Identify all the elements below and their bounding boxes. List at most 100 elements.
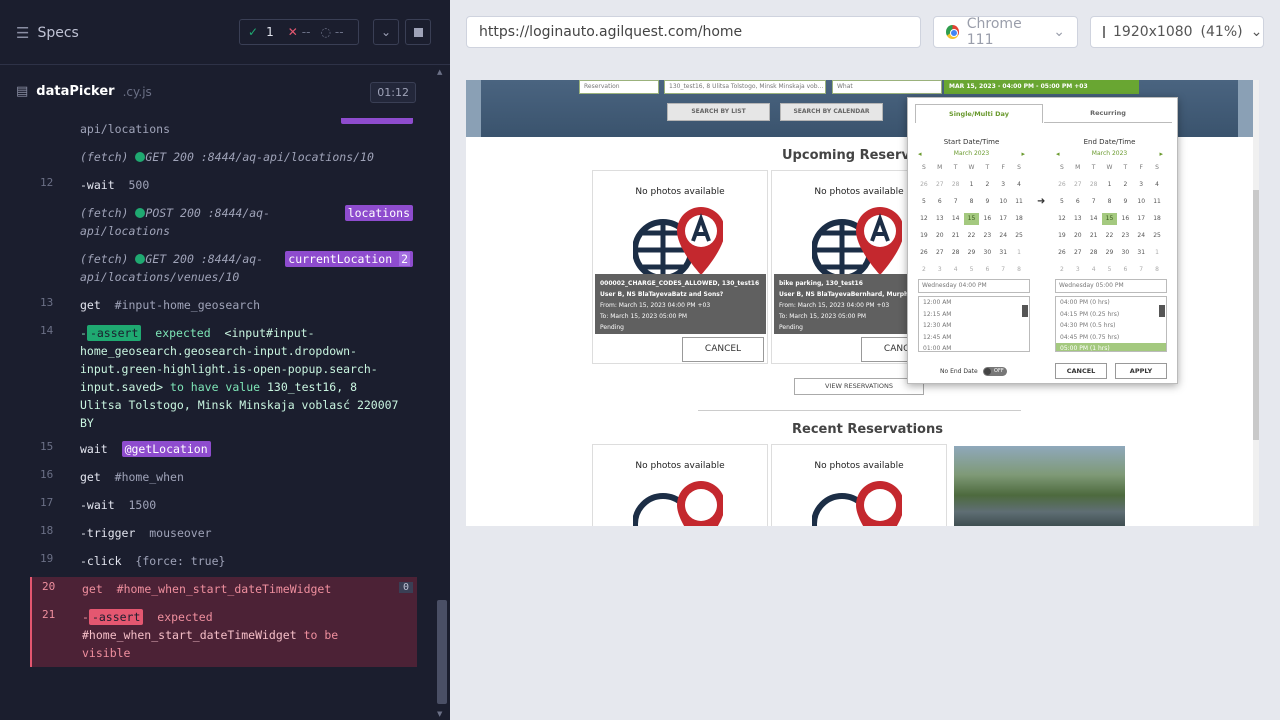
tab-recurring[interactable]: Recurring [1044,104,1172,123]
search-by-list-button[interactable]: SEARCH BY LIST [667,103,770,121]
calendar-day[interactable]: 13 [1070,213,1086,225]
calendar-day[interactable]: 26 [1054,179,1070,191]
calendar-day[interactable]: 27 [1070,179,1086,191]
scroll-down-icon[interactable]: ▼ [437,710,442,718]
calendar-day[interactable]: 11 [1149,196,1165,208]
time-option[interactable]: 01:00 AM [919,343,1029,351]
calendar-day[interactable]: 5 [916,196,932,208]
calendar-day[interactable]: 12 [916,213,932,225]
calendar-day[interactable]: 23 [979,230,995,242]
time-option[interactable]: 12:30 AM [919,320,1029,332]
calendar-day[interactable]: 24 [995,230,1011,242]
cancel-reservation-button[interactable]: CANCEL [682,337,764,362]
calendar-day[interactable]: 2 [979,179,995,191]
calendar-day[interactable]: 16 [979,213,995,225]
time-option[interactable]: 05:00 PM (1 hrs) [1056,343,1166,351]
app-scroll-thumb[interactable] [1253,190,1259,440]
recent-card[interactable]: No photos available [771,444,947,526]
chevron-down-icon[interactable]: ⌄ [373,19,399,45]
calendar-day[interactable]: 6 [979,264,995,276]
calendar-day[interactable]: 1 [1011,247,1027,259]
calendar-day[interactable]: 9 [1117,196,1133,208]
calendar-day[interactable]: 8 [964,196,980,208]
time-option[interactable]: 12:15 AM [919,309,1029,321]
calendar-day[interactable]: 18 [1149,213,1165,225]
stop-button[interactable] [405,19,431,45]
calendar-day[interactable]: 2 [1117,179,1133,191]
calendar-day[interactable]: 15 [1101,213,1118,225]
calendar-day[interactable]: 6 [1117,264,1133,276]
calendar-day[interactable]: 6 [1070,196,1086,208]
calendar-day[interactable]: 17 [1133,213,1149,225]
calendar-day[interactable]: 21 [1086,230,1102,242]
tab-single-multi-day[interactable]: Single/Multi Day [915,104,1043,123]
calendar-day[interactable]: 19 [1054,230,1070,242]
calendar-day[interactable]: 1 [964,179,980,191]
time-option[interactable]: 04:15 PM (0.25 hrs) [1056,309,1166,321]
viewport-info[interactable]: 1920x1080 (41%) ⌄ [1090,16,1264,48]
start-time-list[interactable]: 12:00 AM 12:15 AM 12:30 AM 12:45 AM 01:00 AM [918,296,1030,352]
calendar-day[interactable]: 28 [1086,247,1102,259]
next-month-icon[interactable]: ▸ [1159,150,1163,158]
end-time-list[interactable]: 04:00 PM (0 hrs) 04:15 PM (0.25 hrs) 04:30… [1055,296,1167,352]
calendar-day[interactable]: 14 [948,213,964,225]
calendar-day[interactable]: 6 [932,196,948,208]
calendar-day[interactable]: 31 [1133,247,1149,259]
calendar-day[interactable]: 2 [1054,264,1070,276]
calendar-day[interactable]: 26 [916,179,932,191]
calendar-day[interactable]: 29 [964,247,980,259]
reporter-scroll-thumb[interactable] [437,600,447,704]
calendar-day[interactable]: 11 [1011,196,1027,208]
calendar-day[interactable]: 5 [1054,196,1070,208]
time-option[interactable]: 04:00 PM (0 hrs) [1056,297,1166,309]
type-select[interactable]: Reservation [579,80,659,94]
calendar-day[interactable]: 4 [1086,264,1102,276]
specs-toggle[interactable]: ☰ Specs [16,24,79,42]
prev-month-icon[interactable]: ◂ [918,150,922,158]
calendar-day[interactable]: 31 [995,247,1011,259]
calendar-day[interactable]: 9 [979,196,995,208]
calendar-day[interactable]: 7 [1133,264,1149,276]
failed-log-block[interactable]: 20 get #home_when_start_dateTimeWidget 0… [30,577,417,667]
start-time-input[interactable]: Wednesday 04:00 PM [918,279,1030,293]
calendar-day[interactable]: 19 [916,230,932,242]
calendar-day[interactable]: 23 [1117,230,1133,242]
time-option[interactable]: 12:00 AM [919,297,1029,309]
reservation-card[interactable]: No photos available 000002_CHARGE_CODES_… [592,170,768,364]
calendar-day[interactable]: 8 [1011,264,1027,276]
calendar-day[interactable]: 7 [995,264,1011,276]
calendar-day[interactable]: 8 [1149,264,1165,276]
calendar-day[interactable]: 8 [1102,196,1118,208]
canal-photo[interactable] [954,446,1125,526]
calendar-day[interactable]: 25 [1149,230,1165,242]
browser-selector[interactable]: Chrome 111 ⌄ [933,16,1078,48]
time-option[interactable]: 04:45 PM (0.75 hrs) [1056,332,1166,344]
no-end-date-toggle[interactable]: OFF [982,367,1007,376]
calendar-day[interactable]: 24 [1133,230,1149,242]
calendar-day[interactable]: 26 [1054,247,1070,259]
calendar-day[interactable]: 22 [964,230,980,242]
what-select[interactable]: What [832,80,942,94]
calendar-day[interactable]: 3 [1133,179,1149,191]
calendar-day[interactable]: 27 [932,247,948,259]
calendar-day[interactable]: 28 [948,179,964,191]
calendar-day[interactable]: 14 [1086,213,1102,225]
calendar-day[interactable]: 13 [932,213,948,225]
calendar-day[interactable]: 7 [948,196,964,208]
calendar-day[interactable]: 10 [995,196,1011,208]
time-option[interactable]: 04:30 PM (0.5 hrs) [1056,320,1166,332]
when-input[interactable]: MAR 15, 2023 - 04:00 PM - 05:00 PM +03 [944,80,1139,94]
calendar-day[interactable]: 15 [963,213,980,225]
time-option[interactable]: 12:45 AM [919,332,1029,344]
calendar-day[interactable]: 4 [1011,179,1027,191]
end-time-input[interactable]: Wednesday 05:00 PM [1055,279,1167,293]
view-reservations-button[interactable]: VIEW RESERVATIONS [794,378,924,395]
calendar-day[interactable]: 5 [1102,264,1118,276]
recent-card[interactable]: No photos available [592,444,768,526]
calendar-day[interactable]: 28 [1086,179,1102,191]
calendar-day[interactable]: 20 [932,230,948,242]
calendar-day[interactable]: 4 [948,264,964,276]
list-scroll-thumb[interactable] [1159,305,1165,317]
url-bar[interactable]: https://loginauto.agilquest.com/home [466,16,921,48]
app-scrollbar[interactable] [1253,80,1259,526]
